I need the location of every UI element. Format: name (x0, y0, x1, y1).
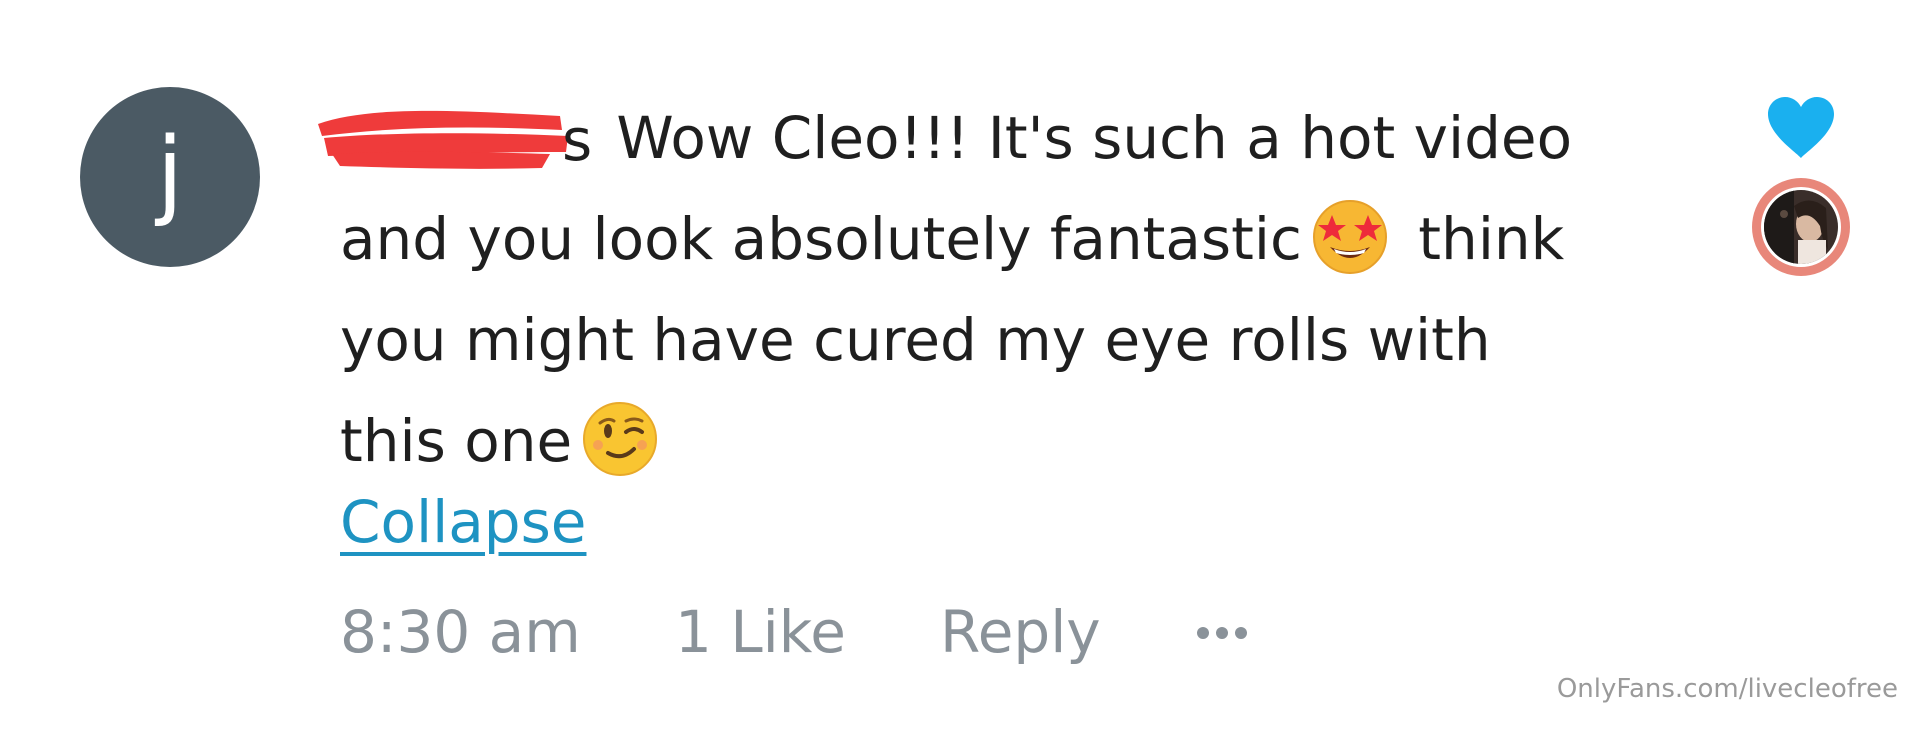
comment-line-2: and you look absolutely fantastic think (340, 189, 1680, 290)
more-dots-icon[interactable] (1197, 618, 1257, 648)
comment-text-2: and you look absolutely fantastic (340, 205, 1302, 273)
comment-timestamp: 8:30 am (340, 598, 581, 666)
creator-photo (1764, 190, 1838, 264)
comment-text-5: this one (340, 407, 573, 475)
comment-text-1: Wow Cleo!!! It's such a hot video (598, 104, 1573, 172)
likes-count-button[interactable]: 1 Like (675, 592, 846, 672)
collapse-link[interactable]: Collapse (340, 488, 586, 556)
avatar-letter: j (156, 117, 184, 229)
comment-view: j s Wow Cleo!!! It's such a hot video an… (0, 0, 1920, 729)
creator-avatar-ring (1761, 187, 1841, 267)
comment-text-3: think (1399, 205, 1565, 273)
watermark: OnlyFans.com/livecleofree (1556, 674, 1898, 704)
username-visible-tail: s (562, 105, 593, 174)
winking-face-emoji-icon (583, 402, 658, 476)
comment-line-3: you might have cured my eye rolls with (340, 290, 1680, 391)
comment-line-4: this one (340, 391, 1680, 492)
star-struck-emoji-icon (1312, 200, 1387, 274)
redaction-scribble (318, 110, 568, 169)
redacted-username[interactable]: s (318, 106, 598, 178)
comment-text-4: you might have cured my eye rolls with (340, 306, 1491, 374)
dot (1216, 627, 1228, 639)
dot (1197, 627, 1209, 639)
creator-liked-avatar[interactable] (1752, 178, 1850, 276)
heart-icon[interactable] (1766, 96, 1836, 160)
reply-button[interactable]: Reply (940, 592, 1101, 672)
comment-body: s Wow Cleo!!! It's such a hot video and … (318, 88, 1680, 492)
dot (1235, 627, 1247, 639)
comment-line-1: s Wow Cleo!!! It's such a hot video (318, 88, 1680, 189)
commenter-avatar[interactable]: j (80, 87, 260, 267)
